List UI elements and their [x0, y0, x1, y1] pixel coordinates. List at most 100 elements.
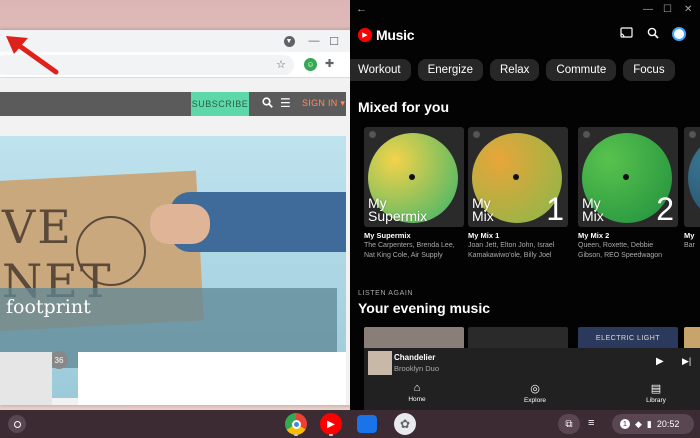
search-icon[interactable]	[647, 27, 659, 42]
tile-artists: The Carpenters, Brenda Lee, Nat King Col…	[364, 242, 455, 259]
app-name: Music	[376, 27, 415, 43]
evening-card-4[interactable]	[684, 327, 700, 349]
disc-center	[409, 174, 415, 180]
settings-app-icon[interactable]: ✿	[394, 413, 416, 435]
chip-relax[interactable]: Relax	[490, 59, 540, 81]
tile-title[interactable]: My Mix 2	[578, 231, 609, 240]
down-arrow-icon[interactable]: ▼	[281, 33, 297, 49]
running-indicator	[329, 434, 333, 436]
account-avatar[interactable]	[672, 27, 686, 41]
nav-explore[interactable]: ◎ Explore	[505, 382, 565, 404]
disc-center	[623, 174, 629, 180]
maximize-icon[interactable]: ☐	[663, 4, 672, 15]
overview-icon[interactable]: ⧉	[558, 414, 580, 434]
now-playing-title: Chandelier	[394, 353, 436, 362]
wifi-icon: ◆	[635, 418, 642, 429]
evening-card-3-text: ELECTRIC LIGHT	[595, 334, 661, 342]
status-area[interactable]: 1 ◆ ▮ 20:52	[612, 414, 694, 434]
compass-icon: ◎	[530, 383, 540, 395]
smiley-icon[interactable]: ☺	[304, 58, 317, 71]
system-tray: ⧉ ≡ 1 ◆ ▮ 20:52	[558, 414, 694, 434]
red-arrow-icon	[6, 36, 59, 75]
youtube-music-icon[interactable]: ▶	[320, 413, 342, 435]
chrome-center	[291, 419, 301, 429]
home-icon: ⌂	[413, 382, 421, 394]
star-icon[interactable]: ☆	[276, 58, 286, 71]
launcher-icon	[13, 420, 21, 428]
mix-tile-supermix[interactable]: My Supermix	[364, 127, 464, 227]
nav-home[interactable]: ⌂ Home	[387, 382, 447, 403]
nav-library[interactable]: ▤ Library	[626, 382, 686, 404]
site-nav-bar: SUBSCRIBE ☰ SIGN IN ▾	[0, 92, 346, 116]
tile-title[interactable]: My Supermix	[364, 231, 411, 240]
chip-workout[interactable]: Workout	[350, 59, 411, 81]
article-title[interactable]: footprint	[6, 296, 91, 318]
evening-card-3[interactable]: ELECTRIC LIGHT	[578, 327, 678, 349]
files-icon[interactable]	[357, 415, 377, 433]
chip-energize[interactable]: Energize	[417, 59, 483, 81]
chrome-window: ▼ — ☐ ✕ ☆ ☺ ✚ ⋮ SUBSCRIBE ☰ SIGN IN ▾ VE…	[0, 30, 364, 405]
tile-title[interactable]: My	[684, 231, 700, 240]
notification-count: 1	[620, 419, 630, 429]
search-icon[interactable]	[262, 97, 274, 109]
mix-disc	[688, 133, 700, 223]
puzzle-icon[interactable]: ✚	[325, 57, 334, 70]
mix-tile-partial[interactable]	[684, 127, 700, 227]
play-icon[interactable]: ▶	[656, 356, 664, 367]
tile-title[interactable]: My Mix 1	[468, 231, 499, 240]
tile-artists: Joan Jett, Elton John, Israel Kamakawiwo…	[468, 242, 555, 259]
mixed-for-you-heading: Mixed for you	[358, 99, 450, 115]
tile-name: My Supermix	[368, 195, 428, 224]
library-icon: ▤	[650, 383, 662, 395]
mix-indicator-dot	[473, 131, 480, 138]
mini-player[interactable]: Chandelier Brooklyn Duo ▶ ▶|	[364, 348, 700, 378]
now-playing-thumbnail	[368, 351, 392, 375]
tile-number: 2	[656, 191, 674, 227]
chrome-icon[interactable]	[285, 413, 307, 435]
minimize-icon[interactable]: —	[643, 4, 653, 15]
hamburger-menu-icon[interactable]: ☰	[280, 96, 292, 110]
back-arrow-icon[interactable]: ←	[356, 3, 367, 15]
tile-artists: Bar	[684, 242, 695, 249]
launcher-button[interactable]	[8, 415, 26, 433]
globe-drawing	[76, 216, 146, 286]
evening-card-2[interactable]	[468, 327, 568, 349]
disc-center	[513, 174, 519, 180]
web-page: SUBSCRIBE ☰ SIGN IN ▾ VE NET footprint 36	[0, 78, 364, 405]
chip-commute[interactable]: Commute	[546, 59, 617, 81]
evening-music-heading: Your evening music	[358, 300, 490, 316]
clock: 20:52	[656, 419, 680, 429]
mix-indicator-dot	[689, 131, 696, 138]
hand-shape	[150, 204, 210, 244]
cast-icon[interactable]	[620, 27, 633, 42]
bottom-navigation: ⌂ Home ◎ Explore ▤ Library	[364, 378, 700, 410]
tile-number: 1	[546, 191, 564, 227]
ytm-logo[interactable]: ▶ Music	[358, 27, 414, 43]
battery-icon: ▮	[646, 418, 652, 429]
sign-in-button[interactable]: SIGN IN ▾	[302, 98, 345, 109]
chip-focus[interactable]: Focus	[623, 59, 675, 81]
comment-count-badge[interactable]: 36	[50, 351, 68, 369]
tile-artists: Queen, Roxette, Debbie Gibson, REO Speed…	[578, 242, 663, 259]
playlist-icon[interactable]: ≡	[588, 417, 594, 429]
mix-indicator-dot	[583, 131, 590, 138]
maximize-icon[interactable]: ☐	[326, 33, 342, 49]
subscribe-button[interactable]: SUBSCRIBE	[191, 92, 249, 116]
ytm-titlebar[interactable]: ← — ☐ ✕	[350, 0, 700, 20]
mix-tile-mix-1[interactable]: My Mix 1	[468, 127, 568, 227]
tile-name: My Mix	[582, 195, 604, 224]
youtube-music-window: ← — ☐ ✕ ▶ Music Workout Energize Relax C…	[350, 0, 700, 410]
close-icon[interactable]: ✕	[684, 4, 692, 15]
mix-tile-mix-2[interactable]: My Mix 2	[578, 127, 678, 227]
nav-library-label: Library	[646, 397, 666, 404]
skip-next-icon[interactable]: ▶|	[682, 356, 691, 367]
running-indicator	[294, 434, 298, 436]
play-logo-icon: ▶	[358, 28, 372, 42]
mix-indicator-dot	[369, 131, 376, 138]
minimize-icon[interactable]: —	[306, 33, 322, 49]
mood-chips: Workout Energize Relax Commute Focus	[350, 59, 675, 81]
next-article-card[interactable]	[78, 352, 346, 405]
evening-card-1[interactable]	[364, 327, 464, 349]
now-playing-artist: Brooklyn Duo	[394, 364, 440, 373]
nav-home-label: Home	[408, 396, 426, 403]
